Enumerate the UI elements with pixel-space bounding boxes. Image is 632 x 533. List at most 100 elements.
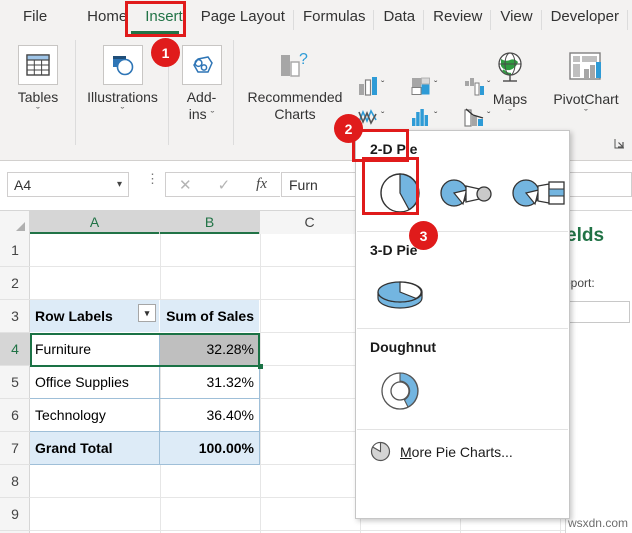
fill-handle[interactable]	[258, 364, 263, 369]
tables-button[interactable]: Tables ˇ	[0, 45, 76, 118]
tab-insert[interactable]: Insert	[136, 5, 192, 28]
tab-view[interactable]: View	[491, 5, 542, 30]
recommended-charts-label-line1: Recommended	[247, 89, 343, 105]
row-header-3[interactable]: 3	[0, 300, 30, 333]
pie-option-pie-of-pie[interactable]	[439, 170, 497, 216]
column-header-a[interactable]: A	[30, 211, 160, 234]
pie-option-pie[interactable]	[374, 167, 425, 219]
more-pie-charts-rest: ore Pie Charts...	[411, 443, 513, 460]
menu-section-3d-pie-title: 3-D Pie	[370, 242, 418, 258]
combo-chart-icon	[463, 106, 485, 128]
tab-formulas[interactable]: Formulas	[294, 5, 375, 30]
pie-chart-dropdown-menu: 2-D Pie 3-D Pie Doughnut More Pie Charts…	[355, 130, 570, 519]
annotation-badge-2: 2	[334, 114, 363, 143]
insert-waterfall-chart[interactable]: ˇ	[461, 71, 491, 100]
more-pie-charts-item[interactable]: More Pie Charts...	[356, 430, 569, 462]
name-box[interactable]: A4 ▾	[7, 172, 129, 197]
pivot-row-value-1[interactable]: 31.32%	[160, 366, 260, 399]
insert-combo-chart[interactable]: ˇ	[461, 102, 491, 131]
formula-value: Furn	[289, 176, 318, 193]
pivot-grand-total-label[interactable]: Grand Total	[30, 432, 160, 465]
pivot-header-row-labels-text: Row Labels	[35, 308, 113, 324]
tab-help[interactable]: H	[628, 5, 632, 28]
illustrations-label: Illustrations	[87, 89, 158, 105]
tab-data[interactable]: Data	[374, 5, 424, 30]
maps-globe-icon	[490, 47, 530, 87]
pivot-row-label-1[interactable]: Office Supplies	[30, 366, 160, 399]
pivot-row-label-2[interactable]: Technology	[30, 399, 160, 432]
illustrations-icon	[102, 45, 143, 85]
chevron-down-icon[interactable]: ˇ	[487, 80, 490, 91]
pivotchart-label: PivotChart	[553, 91, 619, 107]
row-header-7[interactable]: 7	[0, 432, 30, 465]
pivottable-fields-search-box[interactable]	[568, 301, 630, 323]
insert-column-bar-chart[interactable]: ˇ	[355, 71, 405, 100]
column-header-b[interactable]: B	[160, 211, 260, 234]
column-header-a-label: A	[89, 214, 100, 230]
chevron-down-icon[interactable]: ˇ	[381, 111, 384, 122]
annotation-badge-1-text: 1	[161, 44, 170, 61]
tab-review[interactable]: Review	[424, 5, 492, 30]
chevron-down-icon[interactable]: ˇ	[0, 107, 76, 118]
row-header-5[interactable]: 5	[0, 366, 30, 399]
chevron-down-icon: ▾	[144, 307, 150, 318]
more-pie-charts-label: More Pie Charts...	[400, 444, 513, 460]
column-header-c[interactable]: C	[260, 211, 360, 234]
enter-icon[interactable]: ✓	[218, 176, 231, 194]
chevron-down-icon[interactable]: ˇ	[434, 111, 437, 122]
charts-dialog-launcher[interactable]	[614, 138, 625, 149]
excel-window: File Home Insert Page Layout Formulas Da…	[0, 0, 632, 533]
cancel-icon[interactable]: ✕	[179, 176, 192, 194]
tab-formulas-label: Formulas	[302, 8, 366, 25]
waterfall-chart-icon	[463, 75, 485, 97]
tab-file[interactable]: File	[14, 5, 56, 28]
chevron-down-icon[interactable]: ▾	[117, 179, 122, 190]
row-header-2[interactable]: 2	[0, 267, 30, 300]
tab-file-label: File	[23, 8, 48, 25]
column-header-b-label: B	[204, 214, 215, 230]
row-header-column: 1 2 3 4 5 6 7 8 9	[0, 234, 30, 533]
row-header-4[interactable]: 4	[0, 333, 30, 366]
tables-label: Tables	[17, 89, 59, 105]
insert-statistic-chart[interactable]: ˇ	[408, 102, 458, 131]
column-header-c-label: C	[304, 214, 315, 230]
menu-section-2d-pie-title: 2-D Pie	[370, 141, 418, 157]
pivot-header-row-labels[interactable]: Row Labels ▾	[30, 300, 160, 333]
row-labels-filter-button[interactable]: ▾	[138, 304, 156, 322]
insert-hierarchy-chart[interactable]: ˇ	[408, 71, 458, 100]
tab-page-layout[interactable]: Page Layout	[192, 5, 295, 30]
tab-developer[interactable]: Developer	[542, 5, 629, 30]
menu-section-doughnut-options	[356, 355, 569, 429]
pivotchart-button[interactable]: PivotChart ˇ	[541, 47, 631, 120]
row-header-1[interactable]: 1	[0, 234, 30, 267]
annotation-badge-2-text: 2	[344, 120, 353, 137]
pie-option-doughnut[interactable]	[374, 365, 426, 417]
tab-data-label: Data	[383, 8, 416, 25]
pivot-header-sum-of-sales[interactable]: Sum of Sales	[160, 300, 260, 333]
pie-option-bar-of-pie[interactable]	[511, 170, 569, 216]
pivottable-fields-pane-fragment: elds report:	[560, 211, 632, 533]
pie-option-3d-pie[interactable]	[374, 268, 426, 316]
row-header-6[interactable]: 6	[0, 399, 30, 432]
addins-label-line2: ins	[188, 106, 207, 122]
pivot-row-value-2[interactable]: 36.40%	[160, 399, 260, 432]
chevron-down-icon[interactable]: ˇ	[381, 80, 384, 91]
chevron-down-icon[interactable]: ˇ	[434, 80, 437, 91]
pie-small-icon	[370, 441, 391, 462]
pie-of-pie-icon	[440, 179, 492, 207]
doughnut-icon	[381, 372, 419, 410]
recommended-charts-button[interactable]: ? Recommended Charts	[240, 45, 350, 123]
chevron-down-icon[interactable]: ˇ	[76, 107, 169, 118]
insert-function-icon[interactable]: fx	[256, 176, 267, 193]
tab-home[interactable]: Home	[78, 5, 136, 28]
annotation-badge-1: 1	[151, 38, 180, 67]
formula-bar-grip[interactable]: ⋮	[146, 172, 159, 185]
pivot-grand-total-value[interactable]: 100.00%	[160, 432, 260, 465]
select-all-corner[interactable]	[0, 211, 30, 234]
chevron-down-icon[interactable]: ˇ	[487, 111, 490, 122]
row-header-9[interactable]: 9	[0, 498, 30, 531]
row-header-8[interactable]: 8	[0, 465, 30, 498]
chevron-down-icon[interactable]: ˇ	[541, 109, 631, 120]
pivot-row-label-2-text: Technology	[35, 407, 106, 423]
chevron-down-icon[interactable]: ˇ	[211, 110, 215, 122]
